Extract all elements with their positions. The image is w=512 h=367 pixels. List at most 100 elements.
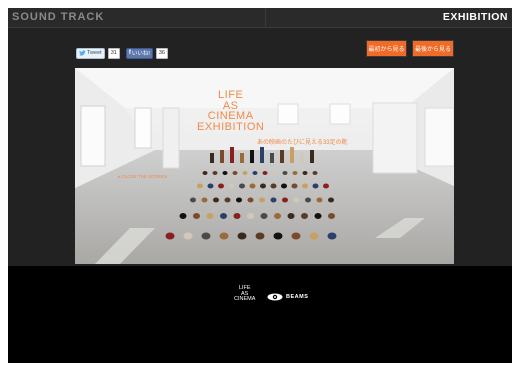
twitter-bird-icon (79, 50, 86, 56)
shoe (207, 183, 214, 189)
shoe (282, 197, 288, 203)
shoe (291, 183, 298, 189)
exhibition-hero-image[interactable]: LIFE AS CINEMA EXHIBITION あの映画のたびに見える33足… (75, 68, 454, 264)
boot (260, 147, 264, 163)
shoe (193, 213, 200, 219)
shoe (212, 171, 218, 175)
boot (310, 150, 314, 163)
shoe (309, 232, 319, 240)
shoe (316, 197, 323, 203)
shoe (252, 171, 258, 175)
shoe (293, 197, 300, 203)
boot (240, 153, 244, 163)
shoe (202, 171, 208, 175)
shoe (323, 183, 329, 189)
shoe (260, 183, 266, 189)
title-line-1: LIFE (218, 89, 244, 101)
shoe (291, 232, 301, 240)
shoe (201, 232, 211, 240)
exhibition-subtitle: あの映画のたびに見える33足の靴 (257, 140, 348, 146)
shoe (302, 171, 308, 175)
shoe (274, 213, 281, 219)
exhibition-title: LIFE AS CINEMA EXHIBITION (197, 90, 264, 132)
facebook-like-button[interactable]: f いいね! (125, 47, 153, 59)
shoe (232, 171, 238, 175)
tweet-label: Tweet (87, 50, 102, 56)
shoe (224, 197, 231, 203)
shoe (302, 183, 308, 189)
footer: LIFE AS CINEMA BEAMS (8, 266, 512, 363)
tweet-count: 31 (107, 47, 120, 59)
shoe (183, 232, 193, 240)
nav-divider (265, 8, 266, 27)
shoe (247, 213, 254, 219)
shoe (270, 183, 277, 189)
view-from-start-button[interactable]: 最初から見る (367, 41, 406, 56)
shoe (219, 232, 229, 240)
shoe (272, 171, 278, 175)
shoe (236, 197, 242, 203)
main-panel: Tweet 31 f いいね! 36 最初から見る 最後から見る LIFE AS… (8, 28, 512, 266)
top-nav: SOUND TRACK EXHIBITION (8, 8, 512, 28)
shoe (287, 213, 295, 219)
boot (270, 153, 274, 163)
boot (210, 153, 214, 163)
shoe (259, 197, 265, 203)
shoe (270, 197, 277, 203)
shoe (190, 197, 196, 203)
shoe (222, 171, 228, 175)
shoe (312, 171, 318, 175)
shoe (312, 183, 319, 189)
facebook-count: 36 (155, 47, 168, 59)
beams-logo[interactable]: BEAMS (267, 293, 308, 301)
shoe (213, 197, 219, 203)
shoe (301, 213, 308, 219)
shoe (206, 213, 214, 219)
shoe (328, 197, 334, 203)
shoe (201, 197, 208, 203)
shoe (281, 183, 287, 189)
shoe (327, 232, 337, 240)
beams-label: BEAMS (286, 294, 309, 300)
tweet-button[interactable]: Tweet (76, 47, 105, 59)
shoe (314, 213, 322, 219)
beams-eye-icon (267, 293, 283, 301)
shoe (247, 197, 254, 203)
shoe (228, 183, 235, 189)
shoe (262, 171, 268, 175)
nav-sound-track[interactable]: SOUND TRACK (12, 11, 104, 23)
shoe (239, 183, 245, 189)
shoe (273, 232, 283, 240)
boot (250, 150, 254, 163)
shoe (165, 232, 175, 240)
shoe (328, 213, 335, 219)
shoe (260, 213, 268, 219)
shoe (305, 197, 311, 203)
social-buttons: Tweet 31 f いいね! 36 (76, 47, 168, 59)
shoe (292, 171, 298, 175)
boot (280, 150, 284, 163)
facebook-like-label: いいね! (131, 51, 150, 57)
boot (290, 147, 294, 163)
shoe (255, 232, 265, 240)
boot (220, 150, 224, 163)
shoe (242, 171, 248, 175)
shoe (218, 183, 224, 189)
boot (230, 147, 234, 163)
boot (300, 153, 304, 163)
close-screen-link[interactable]: ▸ CLOSE THE SCREEN (118, 174, 167, 180)
logo-line-3: CINEMA (234, 296, 256, 302)
shoe (233, 213, 241, 219)
shoe (197, 183, 203, 189)
app-frame: SOUND TRACK EXHIBITION Tweet 31 f いいね! 3… (8, 8, 512, 363)
shoe (179, 213, 187, 219)
shoe (249, 183, 256, 189)
nav-exhibition[interactable]: EXHIBITION (443, 11, 508, 23)
gallery-room-illustration (75, 68, 454, 264)
facebook-f-icon: f (128, 50, 131, 56)
life-as-cinema-logo[interactable]: LIFE AS CINEMA (234, 285, 256, 303)
shoe (237, 232, 247, 240)
shoe (282, 171, 288, 175)
shoe (220, 213, 227, 219)
view-from-end-button[interactable]: 最後から見る (413, 41, 453, 56)
